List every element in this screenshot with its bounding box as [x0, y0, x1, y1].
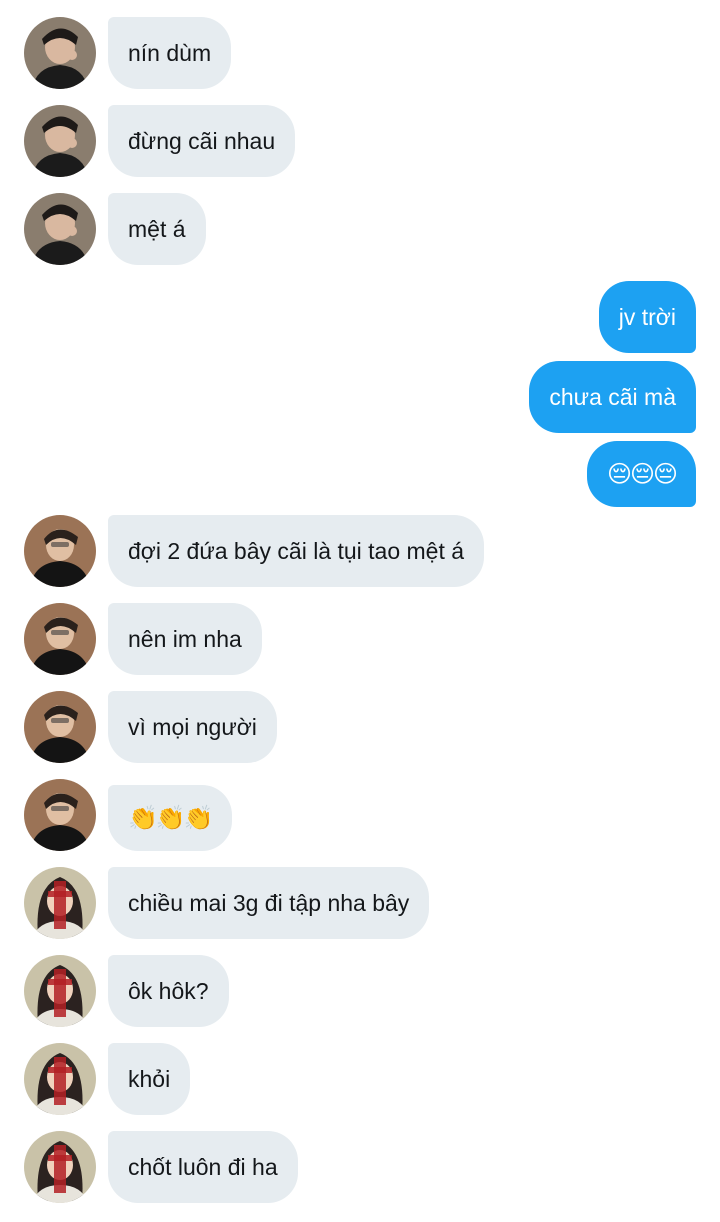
avatar-user-b[interactable] — [24, 515, 96, 587]
avatar-photo-icon — [24, 1043, 96, 1115]
avatar-user-c[interactable] — [24, 867, 96, 939]
avatar-photo-icon — [24, 603, 96, 675]
message-bubble[interactable]: khỏi — [108, 1043, 191, 1115]
message-bubble[interactable]: chốt luôn đi ha — [108, 1131, 298, 1203]
avatar-user-c[interactable] — [24, 1043, 96, 1115]
message-bubble[interactable]: 👏👏👏 — [108, 785, 232, 851]
message-bubble[interactable]: chiều mai 3g đi tập nha bây — [108, 867, 430, 939]
avatar-photo-icon — [24, 17, 96, 89]
avatar-photo-icon — [24, 105, 96, 177]
avatar-photo-icon — [24, 691, 96, 763]
message-bubble[interactable]: mệt á — [108, 193, 206, 265]
avatar-user-a[interactable] — [24, 193, 96, 265]
message-bubble[interactable]: nín dùm — [108, 17, 232, 89]
message-bubble[interactable]: vì mọi người — [108, 691, 277, 763]
message-bubble-outgoing[interactable]: 😔😔😔 — [586, 441, 696, 507]
avatar-user-c[interactable] — [24, 1131, 96, 1203]
message-bubble[interactable]: ôk hôk? — [108, 955, 229, 1027]
avatar-user-b[interactable] — [24, 779, 96, 851]
avatar-photo-icon — [24, 955, 96, 1027]
avatar-photo-icon — [24, 779, 96, 851]
message-bubble[interactable]: đừng cãi nhau — [108, 105, 296, 177]
avatar-user-c[interactable] — [24, 955, 96, 1027]
message-bubble[interactable]: nên im nha — [108, 603, 262, 675]
avatar-photo-icon — [24, 1131, 96, 1203]
avatar-user-a[interactable] — [24, 105, 96, 177]
avatar-photo-icon — [24, 193, 96, 265]
avatar-photo-icon — [24, 515, 96, 587]
avatar-photo-icon — [24, 867, 96, 939]
message-bubble-outgoing[interactable]: jv trời — [598, 281, 696, 353]
avatar-user-a[interactable] — [24, 17, 96, 89]
avatar-user-b[interactable] — [24, 691, 96, 763]
message-bubble[interactable]: đợi 2 đứa bây cãi là tụi tao mệt á — [108, 515, 485, 587]
avatar-user-b[interactable] — [24, 603, 96, 675]
message-bubble-outgoing[interactable]: chưa cãi mà — [529, 361, 696, 433]
